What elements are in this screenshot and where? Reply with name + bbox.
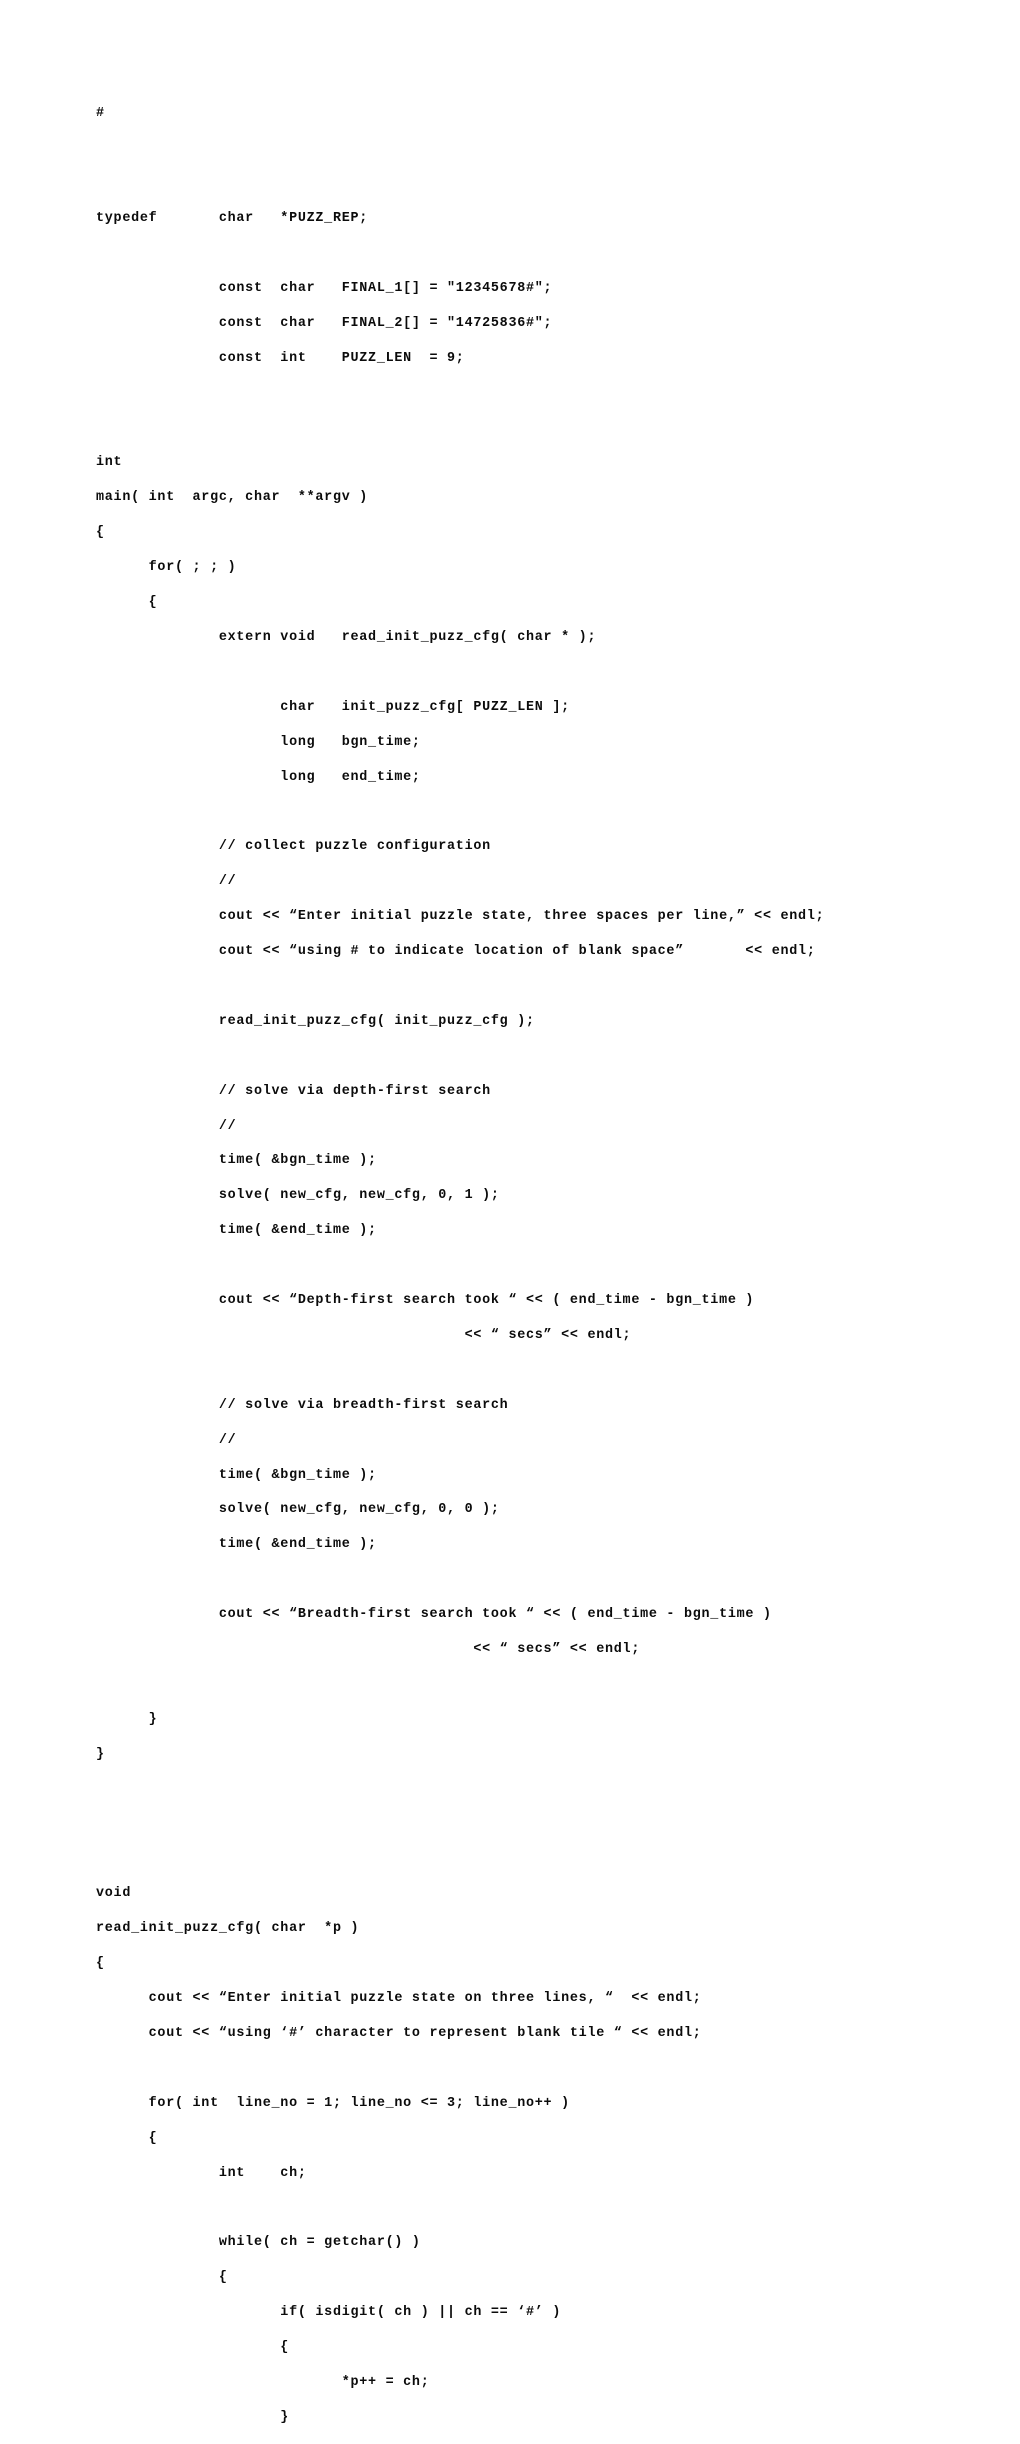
code-line: time( &bgn_time ); bbox=[96, 1153, 377, 1169]
code-line: << “ secs” << endl; bbox=[96, 1327, 632, 1343]
code-line: long end_time; bbox=[96, 769, 421, 785]
code-line: extern void read_init_puzz_cfg( char * )… bbox=[96, 629, 597, 645]
code-line: void bbox=[96, 1886, 132, 1902]
code-line: // solve via depth-first search bbox=[96, 1083, 491, 1099]
code-line: cout << “using ‘#’ character to represen… bbox=[96, 2025, 702, 2041]
code-line: int ch; bbox=[96, 2165, 307, 2181]
code-line: } bbox=[96, 1711, 158, 1727]
code-line: int bbox=[96, 455, 123, 471]
code-line: { bbox=[96, 2340, 290, 2356]
code-line: const char FINAL_2[] = "14725836#"; bbox=[96, 315, 553, 331]
code-line: main( int argc, char **argv ) bbox=[96, 490, 369, 506]
code-line: // bbox=[96, 1118, 237, 1134]
code-line: if( isdigit( ch ) || ch == ‘#’ ) bbox=[96, 2305, 562, 2321]
code-line: { bbox=[96, 2270, 228, 2286]
code-line: { bbox=[96, 1956, 105, 1972]
code-line: *p++ = ch; bbox=[96, 2375, 430, 2391]
code-line: cout << “Enter initial puzzle state, thr… bbox=[96, 909, 825, 925]
code-line: } bbox=[96, 2409, 290, 2425]
code-line: cout << “Breadth-first search took “ << … bbox=[96, 1607, 772, 1623]
code-line: } bbox=[96, 1746, 105, 1762]
code-line: { bbox=[96, 525, 105, 541]
code-line: read_init_puzz_cfg( char *p ) bbox=[96, 1921, 360, 1937]
code-line: // solve via breadth-first search bbox=[96, 1397, 509, 1413]
code-line: cout << “Enter initial puzzle state on t… bbox=[96, 1991, 702, 2007]
code-line: cout << “using # to indicate location of… bbox=[96, 944, 816, 960]
code-line: read_init_puzz_cfg( init_puzz_cfg ); bbox=[96, 1013, 535, 1029]
code-line: char init_puzz_cfg[ PUZZ_LEN ]; bbox=[96, 699, 570, 715]
code-line: time( &end_time ); bbox=[96, 1223, 377, 1239]
code-line: // bbox=[96, 874, 237, 890]
code-line: // collect puzzle configuration bbox=[96, 839, 491, 855]
code-line: solve( new_cfg, new_cfg, 0, 1 ); bbox=[96, 1188, 500, 1204]
code-line: time( &end_time ); bbox=[96, 1537, 377, 1553]
code-line: for( ; ; ) bbox=[96, 560, 237, 576]
document-page: # typedef char *PUZZ_REP; const char FIN… bbox=[0, 0, 1020, 2425]
code-line: << “ secs” << endl; bbox=[96, 1642, 641, 1658]
code-line: solve( new_cfg, new_cfg, 0, 0 ); bbox=[96, 1502, 500, 1518]
code-line: while( ch = getchar() ) bbox=[96, 2235, 421, 2251]
code-line: { bbox=[96, 595, 158, 610]
code-line: for( int line_no = 1; line_no <= 3; line… bbox=[96, 2095, 570, 2111]
code-listing: # typedef char *PUZZ_REP; const char FIN… bbox=[96, 105, 976, 2443]
code-line: // bbox=[96, 1432, 237, 1448]
code-line: const int PUZZ_LEN = 9; bbox=[96, 350, 465, 366]
code-line: cout << “Depth-first search took “ << ( … bbox=[96, 1293, 755, 1309]
code-line: long bgn_time; bbox=[96, 734, 421, 750]
code-line: { bbox=[96, 2130, 158, 2146]
code-line: typedef char *PUZZ_REP; bbox=[96, 211, 369, 227]
code-line: # bbox=[96, 106, 105, 122]
code-line: time( &bgn_time ); bbox=[96, 1467, 377, 1483]
code-line: const char FINAL_1[] = "12345678#"; bbox=[96, 280, 553, 296]
